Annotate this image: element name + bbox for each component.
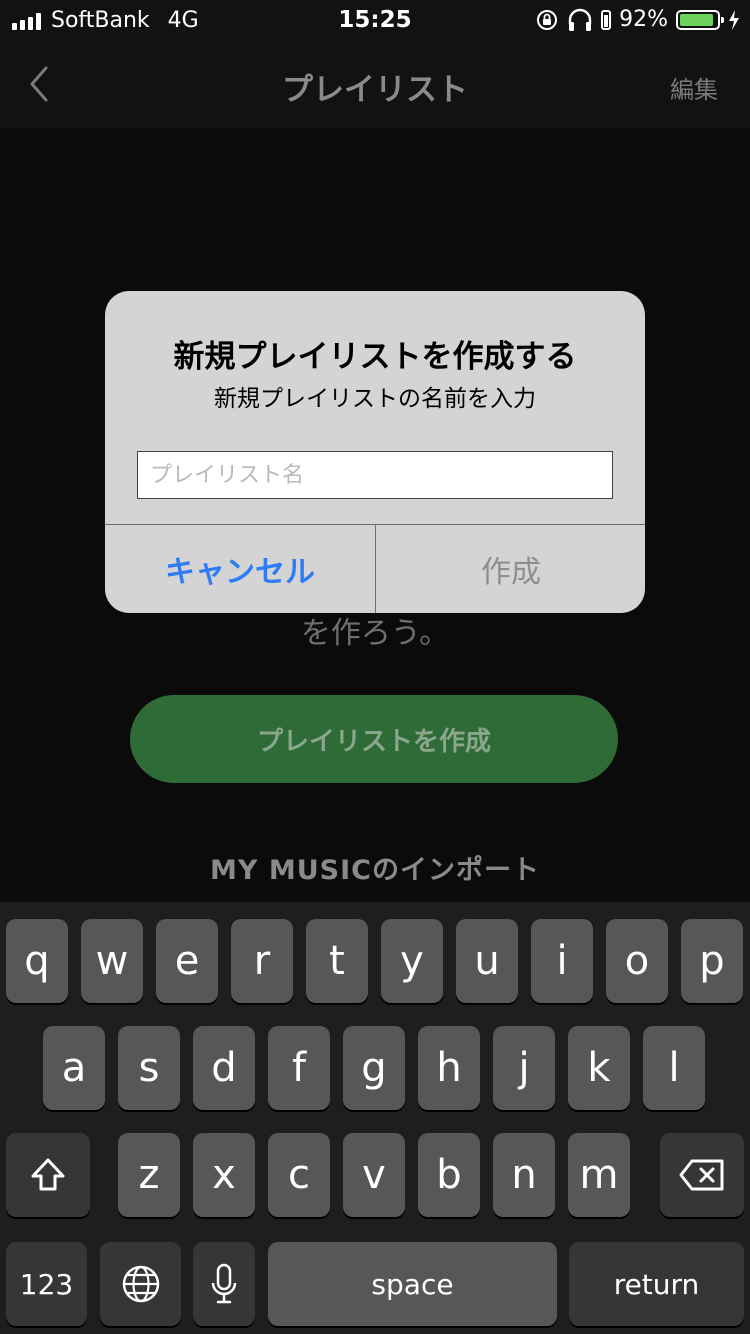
- dialog-title: 新規プレイリストを作成する: [173, 339, 577, 375]
- cancel-button[interactable]: キャンセル: [105, 525, 375, 613]
- key-c[interactable]: c: [268, 1133, 330, 1217]
- charging-bolt-icon: [729, 9, 739, 30]
- key-e[interactable]: e: [156, 919, 218, 1003]
- key-s[interactable]: s: [118, 1026, 180, 1110]
- status-bar: SoftBank 4G 15:25 92%: [0, 0, 750, 40]
- battery-percent: 92%: [619, 7, 668, 32]
- key-w[interactable]: w: [81, 919, 143, 1003]
- delete-key[interactable]: [660, 1133, 744, 1217]
- key-n[interactable]: n: [493, 1133, 555, 1217]
- key-j[interactable]: j: [493, 1026, 555, 1110]
- page-title: プレイリスト: [282, 72, 468, 108]
- edit-button[interactable]: 編集: [670, 70, 718, 105]
- key-q[interactable]: q: [6, 919, 68, 1003]
- dialog-message: 新規プレイリストの名前を入力: [214, 386, 536, 412]
- battery-fill: [680, 13, 713, 26]
- nav-bar: プレイリスト 編集: [0, 40, 750, 128]
- battery-icon: [676, 9, 724, 30]
- import-my-music-label[interactable]: MY MUSICのインポート: [0, 848, 750, 887]
- keyboard: q w e r t y u i o p a s d f g h j k l z …: [0, 902, 750, 1334]
- key-a[interactable]: a: [43, 1026, 105, 1110]
- key-m[interactable]: m: [568, 1133, 630, 1217]
- key-b[interactable]: b: [418, 1133, 480, 1217]
- key-f[interactable]: f: [268, 1026, 330, 1110]
- create-button[interactable]: 作成: [376, 525, 645, 613]
- key-r[interactable]: r: [231, 919, 293, 1003]
- key-v[interactable]: v: [343, 1133, 405, 1217]
- return-key[interactable]: return: [569, 1242, 744, 1326]
- empty-state-text: を作ろう。: [300, 616, 450, 651]
- orientation-lock-icon: [537, 9, 558, 30]
- status-right: 92%: [535, 7, 740, 32]
- dictation-key[interactable]: [193, 1242, 255, 1326]
- key-l[interactable]: l: [643, 1026, 705, 1110]
- key-z[interactable]: z: [118, 1133, 180, 1217]
- playlist-name-input[interactable]: [137, 451, 613, 499]
- space-key[interactable]: space: [268, 1242, 557, 1326]
- shift-icon: [31, 1158, 65, 1191]
- key-x[interactable]: x: [193, 1133, 255, 1217]
- shift-key[interactable]: [6, 1133, 90, 1217]
- microphone-icon: [211, 1263, 237, 1304]
- backspace-icon: [679, 1159, 724, 1191]
- bluetooth-battery-icon: [601, 9, 612, 30]
- key-o[interactable]: o: [606, 919, 668, 1003]
- key-k[interactable]: k: [568, 1026, 630, 1110]
- key-g[interactable]: g: [343, 1026, 405, 1110]
- key-t[interactable]: t: [306, 919, 368, 1003]
- globe-key[interactable]: [100, 1242, 181, 1326]
- new-playlist-dialog: 新規プレイリストを作成する 新規プレイリストの名前を入力 キャンセル 作成: [105, 291, 645, 613]
- create-playlist-button[interactable]: プレイリストを作成: [130, 695, 618, 783]
- key-u[interactable]: u: [456, 919, 518, 1003]
- key-y[interactable]: y: [381, 919, 443, 1003]
- key-h[interactable]: h: [418, 1026, 480, 1110]
- globe-icon: [122, 1265, 159, 1303]
- key-p[interactable]: p: [681, 919, 743, 1003]
- numbers-key[interactable]: 123: [6, 1242, 87, 1326]
- key-d[interactable]: d: [193, 1026, 255, 1110]
- key-i[interactable]: i: [531, 919, 593, 1003]
- headphones-icon: [568, 8, 592, 31]
